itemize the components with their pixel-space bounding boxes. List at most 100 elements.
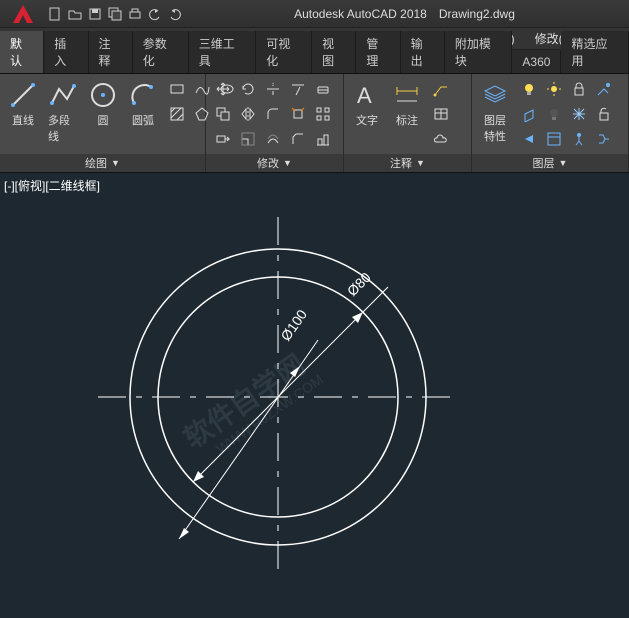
arc-icon	[128, 80, 158, 110]
tab-a360[interactable]: A360	[512, 51, 561, 73]
tab-view[interactable]: 视图	[312, 31, 356, 73]
layer-props-label: 图层 特性	[484, 112, 506, 144]
tab-3dtools[interactable]: 三维工具	[189, 31, 257, 73]
layer-prev-icon[interactable]	[518, 128, 540, 150]
explode-icon[interactable]	[287, 103, 309, 125]
panel-annotation: A 文字 标注 注释▼	[344, 74, 472, 172]
cloud-icon[interactable]	[430, 128, 452, 150]
copy-icon[interactable]	[212, 103, 234, 125]
line-icon	[8, 80, 38, 110]
ribbon-tabs: 默认 插入 注释 参数化 三维工具 可视化 视图 管理 输出 附加模块 A360…	[0, 50, 629, 74]
annot-small	[430, 78, 452, 150]
layer-off-icon[interactable]	[543, 103, 565, 125]
ribbon: 直线 多段线 圆 圆弧 绘图▼	[0, 74, 629, 173]
qat-saveas-icon[interactable]	[106, 5, 124, 23]
panel-draw-title[interactable]: 绘图▼	[0, 154, 205, 172]
title-bar: Autodesk AutoCAD 2018 Drawing2.dwg	[0, 0, 629, 28]
rotate-icon[interactable]	[237, 78, 259, 100]
tab-visualize[interactable]: 可视化	[256, 31, 312, 73]
chamfer-icon[interactable]	[287, 128, 309, 150]
line-button[interactable]: 直线	[6, 78, 40, 130]
circle-label: 圆	[98, 112, 109, 128]
scale-icon[interactable]	[237, 128, 259, 150]
layer-freeze-icon[interactable]	[568, 103, 590, 125]
dimension-icon	[392, 80, 422, 110]
layer-merge-icon[interactable]	[593, 128, 615, 150]
text-button[interactable]: A 文字	[350, 78, 384, 130]
offset-icon[interactable]	[262, 128, 284, 150]
app-logo[interactable]	[4, 0, 42, 28]
panel-draw: 直线 多段线 圆 圆弧 绘图▼	[0, 74, 206, 172]
modify-grid	[212, 78, 334, 150]
chevron-down-icon: ▼	[559, 158, 568, 168]
array-icon[interactable]	[312, 103, 334, 125]
erase-icon[interactable]	[312, 78, 334, 100]
arc-label: 圆弧	[132, 112, 154, 128]
polyline-icon	[48, 80, 78, 110]
circle-button[interactable]: 圆	[86, 78, 120, 130]
layer-lock-icon[interactable]	[568, 78, 590, 100]
hatch-icon[interactable]	[166, 103, 188, 125]
panel-modify: 修改▼	[206, 74, 344, 172]
tab-manage[interactable]: 管理	[356, 31, 400, 73]
panel-layers: 图层 特性 图层▼	[472, 74, 629, 172]
layer-match-icon[interactable]	[593, 78, 615, 100]
layer-props-icon	[480, 80, 510, 110]
text-label: 文字	[356, 112, 378, 128]
dim100-text: Ø100	[277, 306, 310, 343]
qat-redo-icon[interactable]	[166, 5, 184, 23]
layer-iso-icon[interactable]	[518, 103, 540, 125]
tab-output[interactable]: 输出	[401, 31, 445, 73]
tab-annotate[interactable]: 注释	[89, 31, 133, 73]
tab-featured[interactable]: 精选应用	[561, 31, 629, 73]
tab-insert[interactable]: 插入	[44, 31, 88, 73]
qat-undo-icon[interactable]	[146, 5, 164, 23]
chevron-down-icon: ▼	[416, 158, 425, 168]
app-title: Autodesk AutoCAD 2018	[294, 7, 427, 21]
layer-sun-icon[interactable]	[543, 78, 565, 100]
tab-default[interactable]: 默认	[0, 31, 44, 73]
title-text: Autodesk AutoCAD 2018 Drawing2.dwg	[184, 7, 625, 21]
dim80-text: Ø80	[344, 269, 374, 299]
doc-name: Drawing2.dwg	[439, 7, 515, 21]
leader-icon[interactable]	[430, 78, 452, 100]
layer-state-icon[interactable]	[543, 128, 565, 150]
qat-plot-icon[interactable]	[126, 5, 144, 23]
drawing-viewport[interactable]: [-][俯视][二维线框] 软件自学网 WWW.RJZXW.COM Ø100	[0, 173, 629, 617]
panel-annotation-title[interactable]: 注释▼	[344, 154, 471, 172]
panel-modify-title[interactable]: 修改▼	[206, 154, 343, 172]
layer-bulb-icon[interactable]	[518, 78, 540, 100]
arc-button[interactable]: 圆弧	[126, 78, 160, 130]
dimension-label: 标注	[396, 112, 418, 128]
qat-open-icon[interactable]	[66, 5, 84, 23]
line-label: 直线	[12, 112, 34, 128]
chevron-down-icon: ▼	[283, 158, 292, 168]
quick-access-toolbar	[46, 5, 184, 23]
tab-parametric[interactable]: 参数化	[133, 31, 189, 73]
panel-layers-title[interactable]: 图层▼	[472, 154, 628, 172]
dimension-button[interactable]: 标注	[390, 78, 424, 130]
qat-new-icon[interactable]	[46, 5, 64, 23]
qat-save-icon[interactable]	[86, 5, 104, 23]
trim-icon[interactable]	[262, 78, 284, 100]
polyline-label: 多段线	[48, 112, 78, 144]
chevron-down-icon: ▼	[111, 158, 120, 168]
rectangle-icon[interactable]	[166, 78, 188, 100]
tab-addins[interactable]: 附加模块	[445, 31, 513, 73]
layer-walk-icon[interactable]	[568, 128, 590, 150]
layer-unlock-icon[interactable]	[593, 103, 615, 125]
layer-props-button[interactable]: 图层 特性	[478, 78, 512, 146]
align-icon[interactable]	[312, 128, 334, 150]
svg-text:A: A	[357, 83, 372, 108]
mirror-icon[interactable]	[237, 103, 259, 125]
polyline-button[interactable]: 多段线	[46, 78, 80, 146]
layer-grid	[518, 78, 615, 150]
stretch-icon[interactable]	[212, 128, 234, 150]
circle-icon	[88, 80, 118, 110]
fillet-icon[interactable]	[262, 103, 284, 125]
extend-icon[interactable]	[287, 78, 309, 100]
text-icon: A	[352, 80, 382, 110]
move-icon[interactable]	[212, 78, 234, 100]
table-icon[interactable]	[430, 103, 452, 125]
drawing-canvas: 软件自学网 WWW.RJZXW.COM Ø100	[0, 173, 629, 617]
